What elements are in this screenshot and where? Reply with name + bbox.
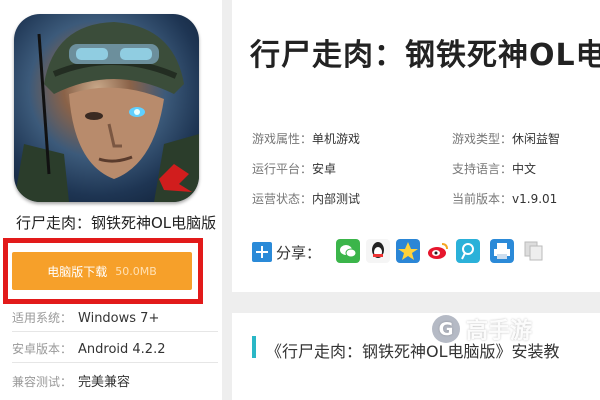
copy-icon[interactable] (522, 239, 546, 263)
download-label: 电脑版下载 (47, 264, 108, 279)
spec-row-system: 适用系统： Windows 7+ (12, 309, 159, 326)
attr-label: 游戏属性： (252, 132, 313, 146)
wechat-icon[interactable] (336, 239, 360, 263)
spec-value: 完美兼容 (78, 375, 131, 390)
download-size: 50.0MB (115, 264, 157, 278)
spec-value: Windows 7+ (78, 311, 160, 326)
attr-value: 安卓 (312, 162, 337, 176)
attr-value: 单机游戏 (312, 132, 361, 146)
attr-value: 内部测试 (312, 192, 361, 206)
attr-status: 运营状态：内部测试 (252, 190, 360, 207)
qzone-icon[interactable] (396, 239, 420, 263)
app-name: 行尸走肉：钢铁死神OL电脑版 (16, 214, 217, 232)
attr-platform: 运行平台：安卓 (252, 160, 336, 177)
qq-icon[interactable] (366, 239, 390, 263)
tencent-weibo-icon[interactable] (456, 239, 480, 263)
watermark-logo-icon: G (432, 315, 460, 343)
game-icon[interactable] (14, 14, 199, 202)
spec-value: Android 4.2.2 (78, 342, 166, 357)
attr-language: 支持语言：中文 (452, 160, 536, 177)
pc-download-button[interactable]: 电脑版下载 50.0MB (12, 252, 192, 290)
divider (12, 362, 218, 363)
watermark-text: 高手游 (466, 319, 533, 344)
attr-game-type: 游戏类型：休闲益智 (452, 130, 560, 147)
spec-label: 安卓版本： (12, 342, 73, 356)
attr-version: 当前版本：v1.9.01 (452, 190, 557, 207)
attr-label: 运行平台： (252, 162, 313, 176)
weibo-icon[interactable] (426, 239, 450, 263)
attr-value: 中文 (512, 162, 537, 176)
attr-label: 当前版本： (452, 192, 513, 206)
page-title: 行尸走肉：钢铁死神OL电脑版 (250, 38, 600, 73)
attr-label: 运营状态： (252, 192, 313, 206)
spec-row-android: 安卓版本： Android 4.2.2 (12, 340, 166, 357)
attr-value: 休闲益智 (512, 132, 561, 146)
spec-row-compat: 兼容测试： 完美兼容 (12, 371, 130, 390)
watermark: G 高手游 (432, 312, 600, 346)
print-icon[interactable] (490, 239, 514, 263)
attr-label: 支持语言： (452, 162, 513, 176)
share-label: 分享： (276, 244, 322, 262)
attr-value: v1.9.01 (512, 192, 558, 206)
divider (12, 331, 218, 332)
title-clip: 行尸走肉：钢铁死神OL电脑版 (232, 0, 600, 100)
spec-label: 适用系统： (12, 311, 73, 325)
accent-bar (252, 336, 256, 358)
plus-icon[interactable] (252, 242, 272, 262)
attr-game-property: 游戏属性：单机游戏 (252, 130, 360, 147)
attr-label: 游戏类型： (452, 132, 513, 146)
spec-label: 兼容测试： (12, 375, 73, 389)
